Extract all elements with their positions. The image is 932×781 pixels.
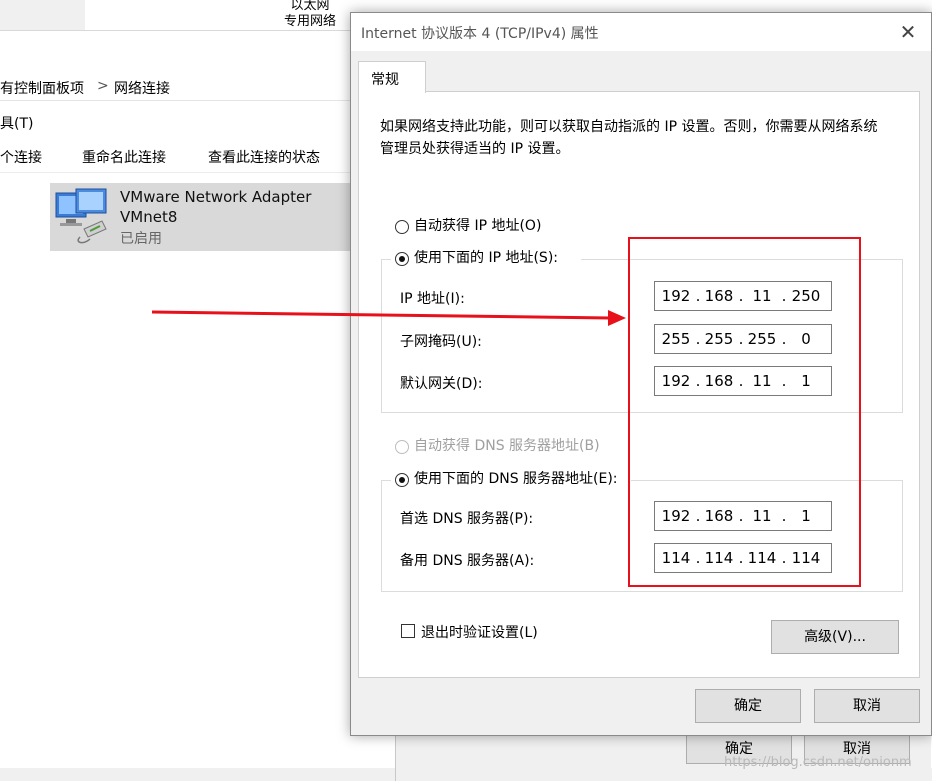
breadcrumb-control-panel[interactable]: 有控制面板项 xyxy=(0,78,84,98)
watermark-text: https://blog.csdn.net/onionm xyxy=(724,755,912,770)
tab-general[interactable]: 常规 xyxy=(358,61,426,93)
breadcrumb-network-connections[interactable]: 网络连接 xyxy=(114,78,170,98)
command-bar: 个连接 重命名此连接 查看此连接的状态 xyxy=(0,142,360,173)
annotation-arrow xyxy=(151,310,626,326)
ok-button[interactable]: 确定 xyxy=(695,689,801,723)
dns-auto-label: 自动获得 DNS 服务器地址(B) xyxy=(414,438,600,454)
annotation-highlight-box xyxy=(628,237,861,587)
breadcrumb: 有控制面板项 > 网络连接 xyxy=(0,72,360,101)
ethernet-name: 以太网 xyxy=(290,0,330,13)
default-gateway-label: 默认网关(D): xyxy=(400,376,483,392)
ethernet-network-type: 专用网络 xyxy=(283,14,336,29)
description-text: 如果网络支持此功能，则可以获取自动指派的 IP 设置。否则，你需要从网络系统管理… xyxy=(380,119,878,157)
cancel-button[interactable]: 取消 xyxy=(814,689,920,723)
adapter-item-vmnet8[interactable]: VMware Network Adapter VMnet8 已启用 xyxy=(50,183,360,251)
ethernet-label: 以太网 专用网络 xyxy=(270,0,350,30)
dns-auto-radio[interactable] xyxy=(395,440,409,454)
validate-on-exit-checkbox[interactable] xyxy=(401,624,415,638)
menu-tools[interactable]: 具(T) xyxy=(0,113,33,133)
adapter-name: VMware Network Adapter VMnet8 xyxy=(120,188,312,226)
breadcrumb-chevron-icon: > xyxy=(97,78,109,94)
dns-manual-radio[interactable] xyxy=(395,473,409,487)
dns-manual-label: 使用下面的 DNS 服务器地址(E): xyxy=(414,471,618,487)
dialog-titlebar: Internet 协议版本 4 (TCP/IPv4) 属性 ✕ xyxy=(351,13,931,51)
toolbar-view-status-button[interactable]: 查看此连接的状态 xyxy=(208,147,320,167)
tab-general-label: 常规 xyxy=(371,72,399,88)
toolbar-rename-button[interactable]: 重命名此连接 xyxy=(82,147,166,167)
adapter-status: 已启用 xyxy=(120,231,162,247)
preferred-dns-label: 首选 DNS 服务器(P): xyxy=(400,511,534,527)
close-icon[interactable]: ✕ xyxy=(897,21,919,43)
network-adapter-icon xyxy=(55,188,107,244)
ip-manual-label: 使用下面的 IP 地址(S): xyxy=(414,250,558,266)
advanced-button[interactable]: 高级(V)... xyxy=(771,620,899,654)
background-side-panel xyxy=(0,0,85,30)
ip-manual-radio[interactable] xyxy=(395,252,409,266)
dialog-title: Internet 协议版本 4 (TCP/IPv4) 属性 xyxy=(361,26,599,42)
ip-auto-radio[interactable] xyxy=(395,220,409,234)
toolbar-connection-button[interactable]: 个连接 xyxy=(0,147,42,167)
validate-on-exit-label: 退出时验证设置(L) xyxy=(421,625,538,641)
ip-auto-label: 自动获得 IP 地址(O) xyxy=(414,218,542,234)
subnet-mask-label: 子网掩码(U): xyxy=(400,334,482,350)
alternate-dns-label: 备用 DNS 服务器(A): xyxy=(400,553,535,569)
